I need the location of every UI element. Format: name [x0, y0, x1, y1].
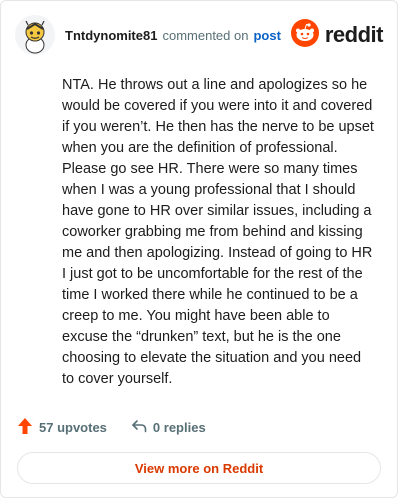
view-more-button[interactable]: View more on Reddit: [17, 452, 381, 484]
comment-text: NTA. He throws out a line and apologizes…: [62, 77, 374, 387]
post-link[interactable]: post: [253, 28, 280, 43]
upvote-button[interactable]: 57 upvotes: [17, 417, 107, 438]
comment-meta: Tntdynomite81 commented on post: [65, 28, 281, 43]
upvote-count: 57 upvotes: [39, 420, 107, 435]
comment-card: Tntdynomite81 commented on post reddit N…: [0, 0, 398, 498]
reply-arrow-icon: [131, 419, 147, 436]
reply-button[interactable]: 0 replies: [131, 419, 206, 436]
commented-on-text: commented on: [162, 27, 249, 43]
comment-actions: 57 upvotes 0 replies: [17, 417, 206, 438]
comment-header: Tntdynomite81 commented on post reddit: [15, 15, 384, 55]
reddit-wordmark: reddit: [324, 22, 384, 47]
snoo-avatar-icon[interactable]: [15, 15, 55, 55]
upvote-arrow-icon: [17, 417, 33, 438]
reply-count: 0 replies: [152, 420, 206, 435]
comment-body: NTA. He throws out a line and apologizes…: [62, 75, 377, 390]
username-link[interactable]: Tntdynomite81: [65, 28, 157, 43]
reddit-brand[interactable]: reddit: [290, 18, 384, 52]
reddit-logo-icon: [290, 18, 319, 52]
